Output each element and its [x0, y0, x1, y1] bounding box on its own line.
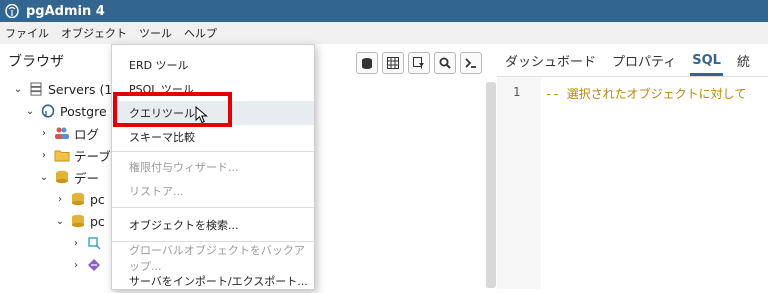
tree-label: Servers (1 [48, 81, 113, 97]
pgadmin-logo-icon [4, 3, 20, 19]
chevron-down-icon[interactable]: ⌄ [54, 216, 66, 227]
elephant-icon [40, 104, 56, 118]
menu-object[interactable]: オブジェクト [55, 25, 133, 41]
menu-item-backup-globals[interactable]: グローバルオブジェクトをバックアップ... [112, 244, 314, 273]
tab-statistics[interactable]: 統 [729, 44, 758, 76]
servers-icon [28, 82, 44, 96]
menu-item-search-objects[interactable]: オブジェクトを検索... [112, 213, 314, 237]
sql-editor[interactable]: 1 -- 選択されたオブジェクトに対して [497, 76, 768, 289]
chevron-down-icon[interactable]: ⌄ [24, 106, 36, 117]
tree-node-tablespaces[interactable]: › テーブ [38, 144, 111, 166]
tree-node-database-2[interactable]: ⌄ pc [54, 210, 105, 232]
database-icon [70, 214, 86, 228]
tree-label: pc [90, 213, 105, 229]
menu-item-grant-wizard[interactable]: 権限付与ウィザード... [112, 155, 314, 179]
menu-bar: ファイル オブジェクト ツール ヘルプ [0, 22, 768, 44]
filter-icon[interactable] [408, 52, 430, 74]
chevron-right-icon[interactable]: › [38, 128, 50, 139]
line-number: 1 [513, 85, 521, 99]
users-icon [54, 126, 70, 140]
tree-label: デー [74, 170, 100, 186]
databases-icon [54, 170, 70, 184]
tree-label: ログ [74, 126, 100, 142]
mouse-cursor-icon [195, 106, 208, 124]
tree-node-databases[interactable]: ⌄ デー [38, 166, 99, 188]
chevron-right-icon[interactable]: › [54, 194, 66, 205]
main-panel: ダッシュボード プロパティ SQL 統 1 -- 選択されたオブジェクトに対して [497, 44, 768, 289]
chevron-down-icon[interactable]: ⌄ [12, 84, 24, 95]
main-tabs: ダッシュボード プロパティ SQL 統 [497, 44, 768, 76]
tree-node-login-roles[interactable]: › ログ [38, 122, 99, 144]
menu-separator [112, 151, 314, 152]
tree-node-event-triggers[interactable]: › [70, 254, 106, 276]
chevron-right-icon[interactable]: › [70, 260, 82, 271]
title-bar: pgAdmin 4 [0, 0, 768, 22]
browser-toolbar [356, 52, 482, 74]
sql-comment-line: -- 選択されたオブジェクトに対して [545, 87, 747, 101]
menu-item-restore[interactable]: リストア... [112, 179, 314, 203]
cast-icon [86, 236, 102, 250]
chevron-right-icon[interactable]: › [38, 150, 50, 161]
scrollbar-thumb[interactable] [486, 82, 496, 288]
terminal-icon[interactable] [460, 52, 482, 74]
tab-dashboard[interactable]: ダッシュボード [497, 44, 604, 76]
tools-menu: ERD ツール PSQL ツール クエリツール スキーマ比較 権限付与ウィザード… [111, 44, 315, 290]
tree-scrollbar[interactable] [486, 82, 496, 288]
menu-file[interactable]: ファイル [0, 25, 55, 41]
tree-node-casts[interactable]: › [70, 232, 106, 254]
menu-help[interactable]: ヘルプ [178, 25, 223, 41]
tree-label: Postgre [60, 103, 107, 119]
menu-tools[interactable]: ツール [133, 25, 178, 41]
menu-item-erd-tool[interactable]: ERD ツール [112, 53, 314, 77]
menu-separator [112, 207, 314, 208]
highlight-annotation [113, 92, 232, 127]
diamond-icon [86, 258, 102, 272]
chevron-right-icon[interactable]: › [70, 238, 82, 249]
browser-title: ブラウザ [8, 54, 64, 70]
app-title: pgAdmin 4 [26, 3, 105, 19]
tab-properties[interactable]: プロパティ [604, 44, 684, 76]
search-icon[interactable] [434, 52, 456, 74]
grid-icon[interactable] [382, 52, 404, 74]
database-icon[interactable] [356, 52, 378, 74]
tab-sql[interactable]: SQL [684, 44, 729, 76]
database-icon [70, 192, 86, 206]
chevron-down-icon[interactable]: ⌄ [38, 172, 50, 183]
tree-node-servers[interactable]: ⌄ Servers (1 [12, 78, 113, 100]
menu-item-schema-diff[interactable]: スキーマ比較 [112, 125, 314, 149]
folder-icon [54, 148, 70, 162]
line-gutter: 1 [497, 77, 541, 289]
menu-item-import-export-servers[interactable]: サーバをインポート/エクスポート... [112, 269, 314, 293]
tree-node-postgres[interactable]: ⌄ Postgre [24, 100, 107, 122]
tree-label: pc [90, 191, 105, 207]
tree-node-database-1[interactable]: › pc [54, 188, 105, 210]
tree-label: テーブ [74, 148, 111, 164]
